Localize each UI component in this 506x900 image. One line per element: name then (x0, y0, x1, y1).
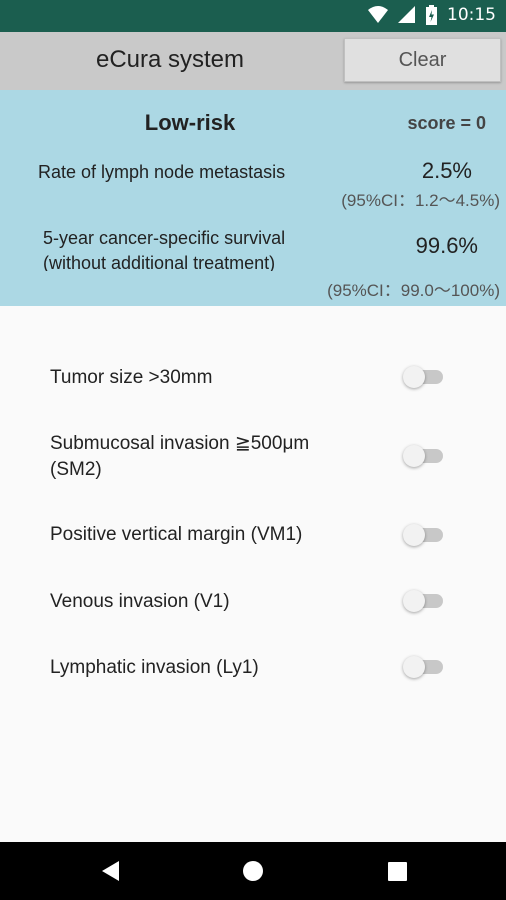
switch-knob (403, 590, 425, 612)
app-title: eCura system (95, 46, 245, 73)
back-icon[interactable] (99, 859, 123, 883)
switch-knob (403, 656, 425, 678)
result-panel: Low-risk score = 0 Rate of lymph node me… (0, 90, 506, 306)
survival-value: 99.6% (415, 233, 478, 258)
survival-label-line2: (without additional treatment) (43, 253, 276, 271)
factor-vertical-margin-label: Positive vertical margin (VM1) (50, 524, 303, 545)
switch-knob (403, 366, 425, 388)
submucosal-label-line1: Submucosal invasion ≧500μm (50, 433, 310, 454)
factor-tumor-size-label: Tumor size >30mm (50, 367, 213, 388)
score-value: score = 0 (407, 113, 486, 133)
submucosal-label-line2: (SM2) (50, 459, 102, 480)
tumor-size-switch[interactable] (403, 366, 443, 388)
battery-icon (426, 5, 437, 25)
wifi-icon (368, 6, 388, 23)
recents-icon[interactable] (385, 859, 409, 883)
risk-level: Low-risk (144, 110, 236, 135)
survival-label-line1: 5-year cancer-specific survival (43, 228, 286, 248)
clock: 10:15 (447, 5, 496, 25)
navigation-bar (0, 842, 506, 900)
factor-lymphatic-invasion-label: Lymphatic invasion (Ly1) (50, 657, 259, 678)
clear-button[interactable]: Clear (344, 38, 501, 82)
lymphatic-invasion-switch[interactable] (403, 656, 443, 678)
home-icon[interactable] (241, 859, 265, 883)
metastasis-label: Rate of lymph node metastasis (38, 162, 286, 182)
app-bar: eCura system Clear (0, 32, 506, 90)
venous-invasion-switch[interactable] (403, 590, 443, 612)
switch-knob (403, 524, 425, 546)
status-icons: 10:15 (368, 5, 496, 25)
survival-ci: (95%CI：99.0〜100%) (327, 281, 500, 300)
switch-knob (403, 445, 425, 467)
factor-venous-invasion-label: Venous invasion (V1) (50, 591, 230, 612)
status-bar: 10:15 (0, 0, 506, 32)
metastasis-ci: (95%CI：1.2〜4.5%) (341, 191, 500, 210)
factor-submucosal-label: Submucosal invasion ≧500μm (SM2) (50, 431, 309, 483)
submucosal-invasion-switch[interactable] (403, 445, 443, 467)
vertical-margin-switch[interactable] (403, 524, 443, 546)
signal-icon (398, 6, 415, 23)
metastasis-value: 2.5% (421, 158, 472, 183)
